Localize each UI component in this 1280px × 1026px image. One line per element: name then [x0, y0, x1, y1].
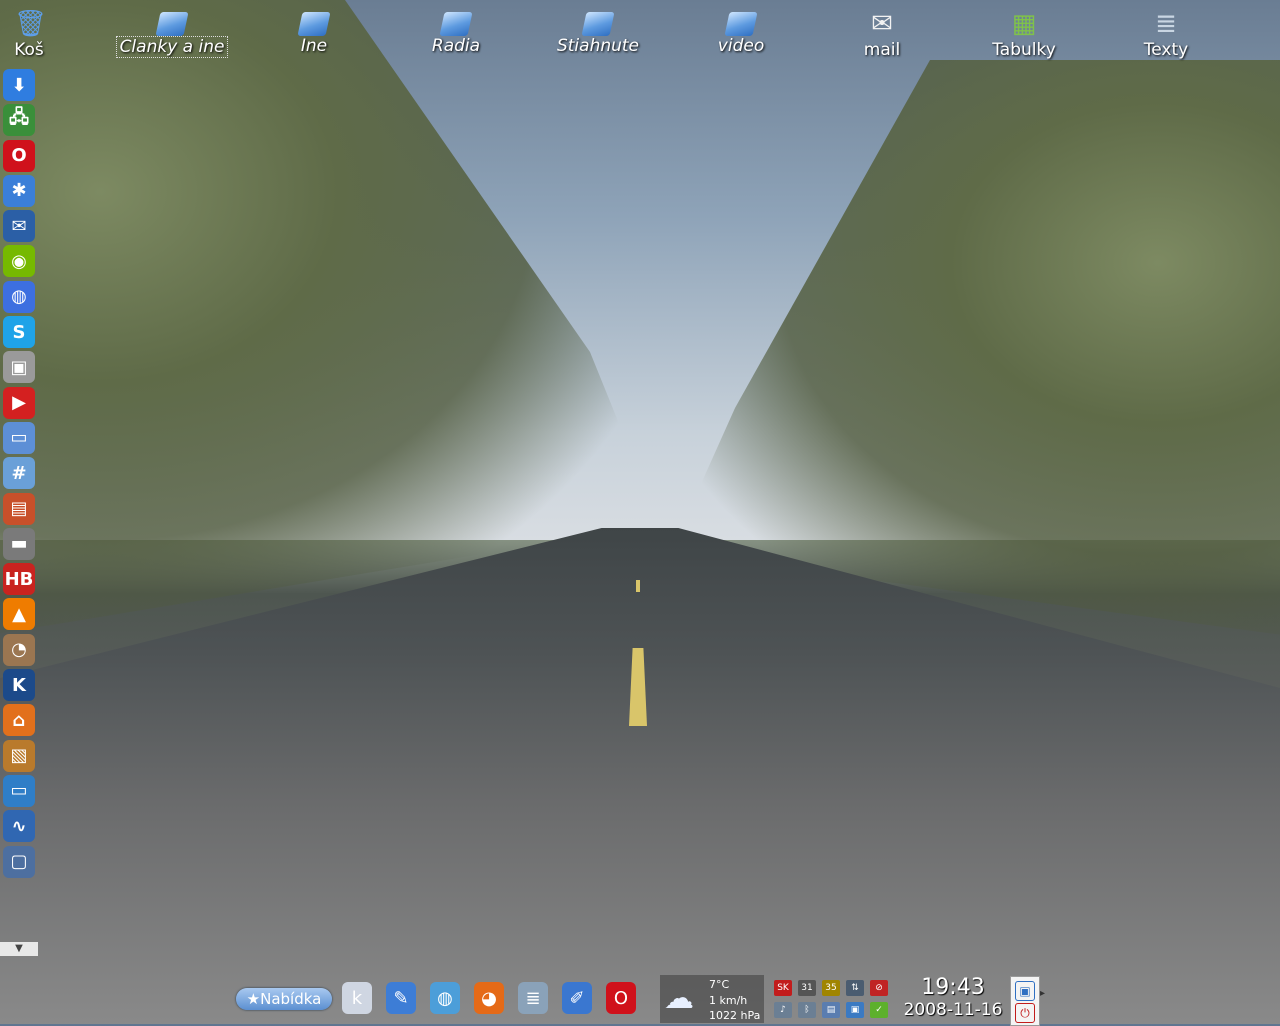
spreadsheet-icon: ▦ [1011, 9, 1037, 39]
temperature-icon[interactable]: 35 [822, 980, 840, 996]
desktop-icon-folder-stiahnute[interactable]: Stiahnute [538, 8, 658, 72]
star-icon: ★ [246, 990, 261, 1008]
globe-icon[interactable]: ◍ [3, 280, 35, 313]
konqueror-icon[interactable]: ◍ [430, 982, 460, 1014]
firefox-icon[interactable]: ◕ [474, 982, 504, 1014]
taskbar-panel: ★Nabídka k ✎ ◍ ◕ ≣ ✐ O ☁ 7°C 1 km/h 1022 hPa S… [232, 974, 1052, 1026]
folder-icon [439, 12, 473, 36]
calculator-icon[interactable]: # [3, 457, 35, 490]
folder-icon [155, 12, 189, 36]
weather-wind: 1 km/h [709, 994, 748, 1007]
desktop-icon-texty[interactable]: ≣ Texty [1106, 8, 1226, 72]
skype-icon[interactable]: S [3, 316, 35, 349]
firewall-icon[interactable]: ▤ [3, 492, 35, 525]
clock-widget[interactable]: 19:43 2008-11-16 [898, 976, 1008, 1022]
scroll-down-arrow[interactable]: ▼ [0, 942, 38, 956]
checkmark-icon[interactable]: ✓ [870, 1002, 888, 1018]
start-menu-button[interactable]: ★Nabídka [236, 988, 332, 1010]
folder-icon [297, 12, 331, 36]
package-install-icon[interactable]: ▧ [3, 739, 35, 772]
gear-blue-icon[interactable]: ✱ [3, 174, 35, 207]
quick-launch-column: ⬇ 🖧 O ✱ ✉ ◉ ◍ S ▣ ▶ ▭ # ▤ ▬ HB ▲ ◔ K ⌂ ▧ ▭ ∿ ▢ [0, 66, 40, 881]
mail-icon: ✉ [871, 9, 893, 39]
folder-icon [581, 12, 615, 36]
vlc-icon[interactable]: ▲ [3, 598, 35, 631]
network-tray-icon[interactable]: ⇅ [846, 980, 864, 996]
blocked-icon[interactable]: ⊘ [870, 980, 888, 996]
text-document-icon: ≣ [1155, 9, 1177, 39]
kde-icon[interactable]: K [3, 669, 35, 702]
kate-editor-icon[interactable]: ✎ [386, 982, 416, 1014]
folder-icon [724, 12, 758, 36]
network-icon[interactable]: 🖧 [3, 104, 35, 137]
desktop-icon-folder-clanky[interactable]: Clanky a ine [112, 8, 232, 72]
clock-time: 19:43 [921, 975, 985, 1000]
gopher-icon[interactable]: ◔ [3, 633, 35, 666]
opera-icon[interactable]: O [3, 139, 35, 172]
weather-widget[interactable]: ☁ 7°C 1 km/h 1022 hPa [660, 975, 764, 1023]
system-tray: SK 31 35 ⇅ ⊘ ♪ ᛒ ▤ ▣ ✓ [774, 978, 894, 1022]
cleaner-icon[interactable]: ✐ [562, 982, 592, 1014]
desktop-icon-trash[interactable]: 🗑 Koš [0, 8, 89, 72]
display-settings-icon[interactable]: ▭ [3, 421, 35, 454]
desktop-icon-folder-video[interactable]: video [681, 8, 801, 72]
keyboard-layout-icon[interactable]: SK [774, 980, 792, 996]
clock-date: 2008-11-16 [903, 1000, 1003, 1020]
presentation-icon[interactable]: ▶ [3, 386, 35, 419]
cloud-icon: ☁ [664, 981, 694, 1016]
weather-pressure: 1022 hPa [709, 1009, 761, 1022]
desktop-icon-mail[interactable]: ✉ mail [822, 8, 942, 72]
opera-launcher-icon[interactable]: O [606, 982, 636, 1014]
text-document-launcher-icon[interactable]: ≣ [518, 982, 548, 1014]
volume-icon[interactable]: ♪ [774, 1002, 792, 1018]
trash-icon: 🗑 [14, 9, 48, 39]
weather-temperature: 7°C [709, 978, 730, 991]
window-icon[interactable]: ▣ [3, 351, 35, 384]
session-buttons: ▣ ⏻ [1010, 976, 1040, 1026]
screen-settings-icon[interactable]: ▢ [3, 845, 35, 878]
desktop-wallpaper [0, 0, 1280, 1024]
panel-expand-arrow[interactable]: ▸ [1040, 988, 1050, 1008]
download-icon[interactable]: ⬇ [3, 69, 35, 101]
system-monitor-icon[interactable]: ∿ [3, 810, 35, 843]
desktop-icon-tabulky[interactable]: ▦ Tabulky [964, 8, 1084, 72]
kde-launcher-icon[interactable]: k [342, 982, 372, 1014]
lock-screen-icon[interactable]: ▣ [1015, 981, 1035, 1001]
desktop-icon-folder-ine[interactable]: Ine [254, 8, 374, 72]
clipboard-icon[interactable]: ▤ [822, 1002, 840, 1018]
update-icon[interactable]: ▣ [846, 1002, 864, 1018]
calendar-icon[interactable]: 31 [798, 980, 816, 996]
remote-desktop-icon[interactable]: ▭ [3, 774, 35, 807]
nvidia-icon[interactable]: ◉ [3, 245, 35, 278]
thunderbird-icon[interactable]: ✉ [3, 210, 35, 243]
bluetooth-icon[interactable]: ᛒ [798, 1002, 816, 1018]
hb-icon[interactable]: HB [3, 563, 35, 596]
home-icon[interactable]: ⌂ [3, 704, 35, 737]
desktop-icon-folder-radia[interactable]: Radia [396, 8, 516, 72]
logout-icon[interactable]: ⏻ [1015, 1003, 1035, 1023]
lane-marking [636, 580, 640, 592]
drive-icon[interactable]: ▬ [3, 527, 35, 560]
